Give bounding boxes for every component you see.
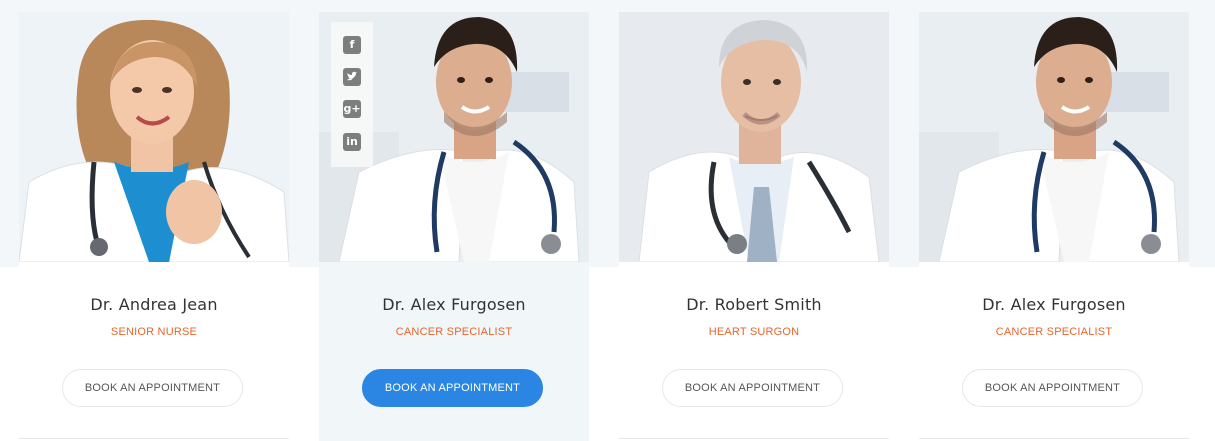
doctor-photo	[19, 12, 289, 262]
divider	[19, 438, 289, 439]
doctor-name: Dr. Andrea Jean	[90, 295, 218, 314]
book-appointment-button[interactable]: BOOK AN APPOINTMENT	[62, 369, 243, 407]
doctor-info	[19, 262, 289, 441]
doctor-photo	[619, 12, 889, 262]
doctor-info	[919, 262, 1189, 441]
doctor-role: HEART SURGON	[708, 326, 800, 338]
doctor-photo	[919, 12, 1189, 262]
doctor-card: Dr. Andrea Jean SENIOR NURSE BOOK AN APP…	[19, 12, 289, 441]
doctor-role: CANCER SPECIALIST	[995, 326, 1113, 338]
doctor-name: Dr. Alex Furgosen	[382, 295, 526, 314]
facebook-icon[interactable]: f	[343, 36, 361, 54]
google-plus-icon[interactable]: g+	[343, 100, 361, 118]
doctor-role: CANCER SPECIALIST	[395, 326, 513, 338]
doctor-photo: f g+ in	[319, 12, 589, 262]
team-grid: Dr. Andrea Jean SENIOR NURSE BOOK AN APP…	[0, 0, 1215, 441]
doctor-info	[619, 262, 889, 441]
twitter-icon[interactable]	[343, 68, 361, 86]
doctor-card: Dr. Robert Smith HEART SURGON BOOK AN AP…	[619, 12, 889, 441]
doctor-card: Dr. Alex Furgosen CANCER SPECIALIST BOOK…	[919, 12, 1189, 441]
divider	[619, 438, 889, 439]
linkedin-icon[interactable]: in	[343, 133, 361, 151]
doctor-role: SENIOR NURSE	[110, 326, 198, 338]
book-appointment-button[interactable]: BOOK AN APPOINTMENT	[362, 369, 543, 407]
book-appointment-button[interactable]: BOOK AN APPOINTMENT	[962, 369, 1143, 407]
doctor-card-active: f g+ in Dr. Alex Furgosen CANCER SPECIAL…	[319, 12, 589, 441]
doctor-info	[319, 262, 589, 441]
divider	[919, 438, 1189, 439]
doctor-name: Dr. Robert Smith	[686, 295, 822, 314]
social-links: f g+ in	[331, 22, 373, 167]
doctor-name: Dr. Alex Furgosen	[982, 295, 1126, 314]
book-appointment-button[interactable]: BOOK AN APPOINTMENT	[662, 369, 843, 407]
